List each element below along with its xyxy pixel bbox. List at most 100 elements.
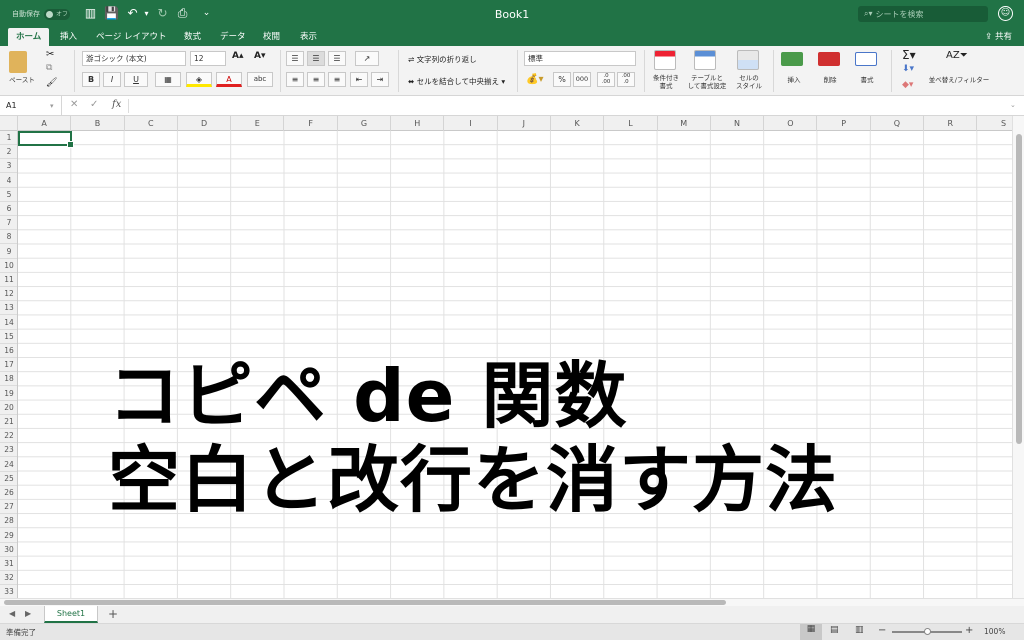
row-header[interactable]: 20 <box>0 401 17 415</box>
font-name-select[interactable]: 游ゴシック (本文) <box>82 51 186 66</box>
column-header[interactable]: D <box>178 116 232 131</box>
insert-function-icon[interactable]: fx <box>112 99 121 110</box>
row-header[interactable]: 15 <box>0 330 17 344</box>
row-header[interactable]: 19 <box>0 387 17 401</box>
tab-insert[interactable]: 挿入 <box>52 28 85 46</box>
row-header[interactable]: 2 <box>0 145 17 160</box>
expand-formula-icon[interactable]: ⌄ <box>1010 101 1016 109</box>
column-header[interactable]: H <box>391 116 445 131</box>
tab-formulas[interactable]: 数式 <box>176 28 209 46</box>
row-header[interactable]: 26 <box>0 486 17 500</box>
column-header[interactable]: L <box>604 116 658 131</box>
column-header[interactable]: G <box>338 116 392 131</box>
insert-cells-icon[interactable] <box>781 52 803 66</box>
column-header[interactable]: K <box>551 116 605 131</box>
horizontal-scrollbar[interactable] <box>0 598 1024 606</box>
cell-styles-icon[interactable] <box>737 50 759 70</box>
row-header[interactable]: 10 <box>0 259 17 273</box>
orientation-icon[interactable]: ↗ <box>355 51 379 66</box>
next-sheet-icon[interactable]: ▶ <box>25 609 31 618</box>
sort-filter-label[interactable]: 並べ替え/フィルター <box>920 76 998 84</box>
decrease-font-icon[interactable]: A▾ <box>254 51 265 61</box>
row-header[interactable]: 4 <box>0 174 17 188</box>
page-break-view-icon[interactable]: ▥ <box>855 625 864 635</box>
row-header[interactable]: 12 <box>0 287 17 302</box>
column-header[interactable]: E <box>231 116 285 131</box>
align-top-icon[interactable]: ☰ <box>286 51 304 66</box>
row-header[interactable]: 18 <box>0 372 17 387</box>
horizontal-scroll-thumb[interactable] <box>4 600 726 605</box>
add-sheet-button[interactable]: + <box>108 607 118 621</box>
format-painter-icon[interactable]: 🖌 <box>46 78 57 88</box>
row-header[interactable]: 3 <box>0 159 17 174</box>
comma-style-button[interactable]: 000 <box>573 72 591 87</box>
align-middle-icon[interactable]: ☰ <box>307 51 325 66</box>
zoom-slider-handle[interactable] <box>924 628 931 635</box>
column-header[interactable]: Q <box>871 116 925 131</box>
row-header[interactable]: 17 <box>0 358 17 373</box>
bold-button[interactable]: B <box>82 72 100 87</box>
copy-icon[interactable]: ⧉ <box>46 63 52 73</box>
phonetic-icon[interactable]: abc <box>247 72 273 87</box>
row-header[interactable]: 13 <box>0 301 17 316</box>
prev-sheet-icon[interactable]: ◀ <box>9 609 15 618</box>
feedback-smiley-icon[interactable]: ☺ <box>998 6 1013 21</box>
fill-color-icon[interactable]: ◈ <box>186 72 212 87</box>
zoom-in-icon[interactable]: + <box>965 625 973 636</box>
tab-review[interactable]: 校閲 <box>255 28 288 46</box>
column-header[interactable]: B <box>71 116 125 131</box>
underline-button[interactable]: U <box>124 72 148 87</box>
selected-cell-a1[interactable] <box>18 131 74 148</box>
sheet-tab-sheet1[interactable]: Sheet1 <box>44 606 98 623</box>
tab-view[interactable]: 表示 <box>292 28 325 46</box>
cancel-icon[interactable]: ✕ <box>70 99 78 110</box>
sort-filter-icon[interactable]: AZ⏷ <box>946 50 968 61</box>
row-header[interactable]: 22 <box>0 429 17 444</box>
merge-center-button[interactable]: ⬌ セルを結合して中央揃え ▾ <box>408 76 505 87</box>
share-button[interactable]: ⇪ 共有 <box>985 28 1012 46</box>
row-header[interactable]: 7 <box>0 216 17 231</box>
tab-page-layout[interactable]: ページ レイアウト <box>88 28 175 46</box>
column-header[interactable]: I <box>444 116 498 131</box>
row-header[interactable]: 5 <box>0 188 17 202</box>
column-header[interactable]: J <box>498 116 551 131</box>
row-header[interactable]: 25 <box>0 472 17 486</box>
vertical-scrollbar[interactable] <box>1012 116 1024 598</box>
delete-cells-icon[interactable] <box>818 52 840 66</box>
row-header[interactable]: 30 <box>0 543 17 557</box>
zoom-level[interactable]: 100% <box>984 627 1005 636</box>
wrap-text-button[interactable]: ⇌ 文字列の折り返し <box>408 54 477 65</box>
row-header[interactable]: 11 <box>0 273 17 287</box>
clear-icon[interactable]: ◆▾ <box>902 80 913 90</box>
normal-view-icon[interactable]: ▦ <box>800 624 822 640</box>
row-header[interactable]: 23 <box>0 443 17 458</box>
search-sheet[interactable]: ⌕▾ シートを検索 <box>858 6 988 22</box>
column-header[interactable]: C <box>125 116 178 131</box>
cut-icon[interactable]: ✂ <box>46 49 54 60</box>
fill-icon[interactable]: ⬇▾ <box>902 64 914 74</box>
column-header[interactable]: P <box>818 116 871 131</box>
tab-home[interactable]: ホーム <box>8 28 50 46</box>
increase-indent-icon[interactable]: ⇥ <box>371 72 389 87</box>
formula-input[interactable] <box>130 96 1010 116</box>
align-right-icon[interactable]: ≡ <box>328 72 346 87</box>
row-header[interactable]: 8 <box>0 230 17 245</box>
row-header[interactable]: 31 <box>0 557 17 571</box>
align-center-icon[interactable]: ≡ <box>307 72 325 87</box>
autosum-icon[interactable]: Σ▾ <box>902 48 916 62</box>
percent-button[interactable]: % <box>553 72 571 87</box>
borders-icon[interactable]: ▦ <box>155 72 181 87</box>
row-header[interactable]: 21 <box>0 415 17 429</box>
font-size-select[interactable]: 12 <box>190 51 226 66</box>
row-header[interactable]: 9 <box>0 245 17 259</box>
column-header[interactable]: M <box>658 116 711 131</box>
tab-data[interactable]: データ <box>212 28 254 46</box>
decrease-indent-icon[interactable]: ⇤ <box>350 72 368 87</box>
column-header[interactable]: F <box>285 116 338 131</box>
row-header[interactable]: 6 <box>0 202 17 216</box>
align-left-icon[interactable]: ≡ <box>286 72 304 87</box>
zoom-out-icon[interactable]: − <box>878 625 886 636</box>
row-header[interactable]: 33 <box>0 585 17 598</box>
column-header[interactable]: O <box>764 116 818 131</box>
row-header[interactable]: 27 <box>0 500 17 515</box>
